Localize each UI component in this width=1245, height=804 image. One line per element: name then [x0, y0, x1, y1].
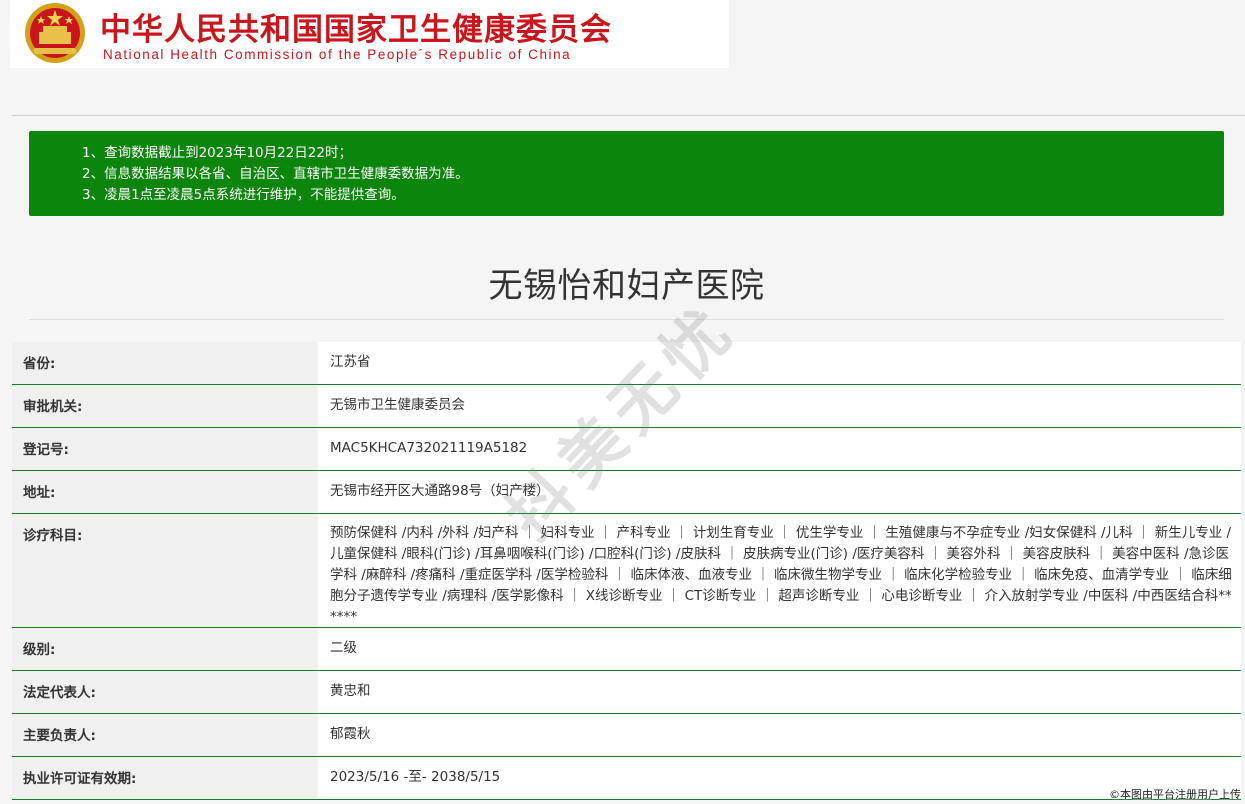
table-row: 登记号: MAC5KHCA732021119A5182 [12, 428, 1241, 471]
row-label-license-validity: 执业许可证有效期: [12, 757, 318, 799]
table-row: 执业许可证有效期: 2023/5/16 -至- 2038/5/15 [12, 757, 1241, 800]
row-label-province: 省份: [12, 342, 318, 384]
site-title-cn: 中华人民共和国国家卫生健康委员会 [100, 12, 612, 48]
notice-line: 1、查询数据截止到2023年10月22日22时； [82, 145, 352, 161]
national-emblem-icon [25, 3, 85, 63]
row-value-departments: 预防保健科 /内科 /外科 /妇产科 ｜ 妇科专业 ｜ 产科专业 ｜ 计划生育专… [318, 514, 1241, 627]
notice-line: 3、凌晨1点至凌晨5点系统进行维护，不能提供查询。 [82, 187, 405, 203]
table-row: 地址: 无锡市经开区大通路98号（妇产楼） [12, 471, 1241, 514]
row-value-province: 江苏省 [318, 342, 1241, 384]
row-label-approval-authority: 审批机关: [12, 385, 318, 427]
table-row: 诊疗科目: 预防保健科 /内科 /外科 /妇产科 ｜ 妇科专业 ｜ 产科专业 ｜… [12, 514, 1241, 628]
site-header: 中华人民共和国国家卫生健康委员会 National Health Commiss… [10, 0, 729, 68]
row-value-address: 无锡市经开区大通路98号（妇产楼） [318, 471, 1241, 513]
table-row: 主要负责人: 郁霞秋 [12, 714, 1241, 757]
row-value-legal-representative: 黄忠和 [318, 671, 1241, 713]
row-label-departments: 诊疗科目: [12, 514, 318, 627]
hospital-name: 无锡怡和妇产医院 [488, 266, 765, 306]
table-row: 省份: 江苏省 [12, 342, 1241, 385]
row-label-principal: 主要负责人: [12, 714, 318, 756]
table-row: 级别: 二级 [12, 628, 1241, 671]
title-divider [29, 319, 1224, 320]
row-value-license-validity: 2023/5/16 -至- 2038/5/15 [318, 757, 1241, 799]
hospital-detail-table: 省份: 江苏省 审批机关: 无锡市卫生健康委员会 登记号: MAC5KHCA73… [12, 342, 1241, 800]
row-label-address: 地址: [12, 471, 318, 513]
site-title-en: National Health Commission of the People… [103, 47, 572, 62]
row-label-legal-representative: 法定代表人: [12, 671, 318, 713]
row-value-principal: 郁霞秋 [318, 714, 1241, 756]
table-row: 审批机关: 无锡市卫生健康委员会 [12, 385, 1241, 428]
row-label-registration-number: 登记号: [12, 428, 318, 470]
row-value-registration-number: MAC5KHCA732021119A5182 [318, 428, 1241, 470]
notice-line: 2、信息数据结果以各省、自治区、直辖市卫生健康委数据为准。 [82, 166, 469, 182]
row-value-grade: 二级 [318, 628, 1241, 670]
row-label-grade: 级别: [12, 628, 318, 670]
header-divider [12, 115, 1245, 116]
table-row: 法定代表人: 黄忠和 [12, 671, 1241, 714]
notice-banner: 1、查询数据截止到2023年10月22日22时； 2、信息数据结果以各省、自治区… [29, 131, 1224, 216]
row-value-approval-authority: 无锡市卫生健康委员会 [318, 385, 1241, 427]
upload-credit: ©本图由平台注册用户上传 [1109, 788, 1241, 801]
